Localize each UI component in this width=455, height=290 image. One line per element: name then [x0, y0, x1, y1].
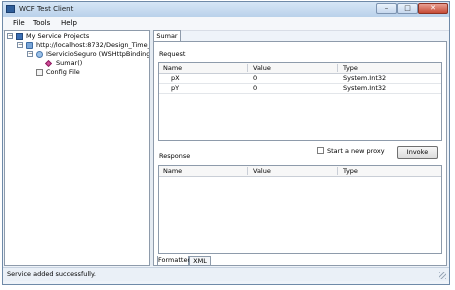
projects-icon [16, 33, 23, 40]
collapse-icon[interactable]: − [17, 42, 23, 48]
request-grid[interactable]: Name Value Type pX 0 System.Int32 pY 0 S… [158, 62, 442, 141]
tree-item-config[interactable]: Config File [27, 68, 149, 77]
column-divider[interactable] [247, 167, 248, 175]
tree-item-operation[interactable]: Sumar() [37, 59, 149, 68]
param-type: System.Int32 [343, 74, 387, 82]
response-label: Response [159, 152, 191, 160]
param-value[interactable]: 0 [253, 74, 257, 83]
close-button[interactable]: ✕ [418, 3, 448, 14]
status-bar: Service added successfully. [3, 267, 449, 281]
response-grid[interactable]: Name Value Type [158, 165, 442, 254]
tree-item-service[interactable]: − http://localhost:8732/Design_Time_Addr… [17, 41, 149, 50]
maximize-button[interactable]: □ [397, 3, 418, 14]
menu-tools[interactable]: Tools [33, 19, 50, 27]
param-type: System.Int32 [343, 84, 387, 92]
param-value[interactable]: 0 [253, 84, 257, 93]
collapse-icon[interactable]: − [27, 51, 33, 57]
window-title: WCF Test Client [19, 5, 74, 13]
tree-item-projects[interactable]: − My Service Projects [7, 32, 147, 41]
tab-xml[interactable]: XML [189, 256, 211, 266]
menu-file[interactable]: File [13, 19, 25, 27]
tree-item-contract[interactable]: − IServicioSeguro (WSHttpBinding_IServ [27, 50, 149, 59]
config-file-icon [36, 69, 43, 76]
menu-bar: File Tools Help [3, 17, 449, 31]
tree-item-label: My Service Projects [26, 32, 90, 40]
operation-icon [44, 59, 53, 68]
tree-item-label: Sumar() [56, 59, 83, 67]
tab-formatted[interactable]: Formatted [157, 256, 192, 266]
column-header-type[interactable]: Type [343, 166, 358, 176]
app-icon [6, 5, 15, 13]
column-header-name[interactable]: Name [163, 166, 182, 176]
service-icon [26, 42, 33, 49]
service-tree[interactable]: − My Service Projects − http://localhost… [4, 30, 150, 266]
resize-grip-icon[interactable] [439, 272, 446, 279]
column-divider[interactable] [337, 64, 338, 72]
param-name: pX [171, 74, 180, 82]
column-header-value[interactable]: Value [253, 166, 271, 176]
tree-item-label: IServicioSeguro (WSHttpBinding_IServ [46, 50, 149, 58]
title-bar[interactable]: WCF Test Client – □ ✕ [3, 2, 449, 17]
tree-item-label: http://localhost:8732/Design_Time_Addre [36, 41, 150, 49]
column-header-type[interactable]: Type [343, 63, 358, 73]
table-row[interactable]: pY 0 System.Int32 [159, 84, 441, 94]
param-name: pY [171, 84, 180, 92]
column-divider[interactable] [337, 167, 338, 175]
table-row[interactable]: pX 0 System.Int32 [159, 74, 441, 84]
menu-help[interactable]: Help [61, 19, 77, 27]
column-divider[interactable] [247, 64, 248, 72]
new-proxy-checkbox[interactable] [317, 147, 324, 154]
contract-icon [36, 51, 43, 58]
new-proxy-label: Start a new proxy [327, 147, 385, 155]
tree-item-label: Config File [46, 68, 80, 76]
minimize-button[interactable]: – [376, 3, 397, 14]
grid-header: Name Value Type [159, 166, 441, 177]
request-label: Request [159, 50, 186, 58]
grid-header: Name Value Type [159, 63, 441, 74]
collapse-icon[interactable]: − [7, 33, 13, 39]
column-header-value[interactable]: Value [253, 63, 271, 73]
column-header-name[interactable]: Name [163, 63, 182, 73]
status-text: Service added successfully. [7, 270, 96, 278]
invoke-button[interactable]: Invoke [397, 146, 438, 159]
